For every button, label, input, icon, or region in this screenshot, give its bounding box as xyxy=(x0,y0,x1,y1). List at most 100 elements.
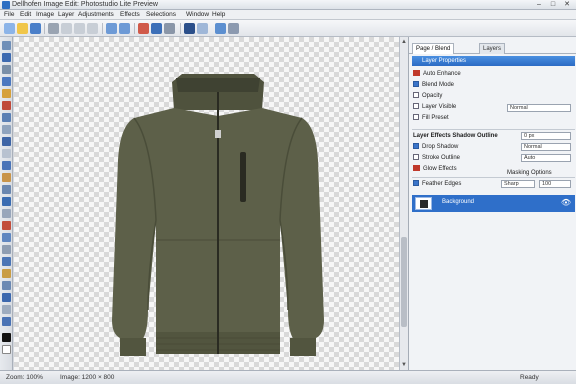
menu-file[interactable]: File xyxy=(4,11,14,18)
shadow-size-field[interactable]: 0 px xyxy=(521,132,571,140)
smudge-tool-icon[interactable] xyxy=(2,281,11,290)
tab-page-blend[interactable]: Page / Blend xyxy=(412,43,455,54)
menu-effects[interactable]: Effects xyxy=(120,11,140,18)
feather-mode-field[interactable]: Sharp xyxy=(501,180,535,188)
blur-tool-icon[interactable] xyxy=(2,233,11,242)
status-bar: Zoom: 100% Image: 1200 × 800 Ready xyxy=(0,370,576,384)
cut-icon[interactable] xyxy=(61,23,72,34)
fill-preset-checkbox[interactable] xyxy=(413,114,419,120)
settings-icon[interactable] xyxy=(228,23,239,34)
slice-tool-icon[interactable] xyxy=(2,317,11,326)
new-icon[interactable] xyxy=(4,23,15,34)
gradient-tool-icon[interactable] xyxy=(2,125,11,134)
menu-window[interactable]: Window xyxy=(186,11,209,18)
zoom-tool-icon[interactable] xyxy=(2,209,11,218)
blend-mode-row[interactable]: Blend Mode xyxy=(413,81,454,90)
menu-help[interactable]: Help xyxy=(212,11,225,18)
scroll-thumb[interactable] xyxy=(401,237,407,327)
minimize-button[interactable]: – xyxy=(532,0,546,9)
rotate-icon[interactable] xyxy=(164,23,175,34)
open-icon[interactable] xyxy=(17,23,28,34)
menu-adjustments[interactable]: Adjustments xyxy=(78,11,114,18)
menu-bar: File Edit Image Layer Adjustments Effect… xyxy=(0,10,576,20)
scroll-up-icon[interactable]: ▲ xyxy=(401,39,407,45)
copy-icon[interactable] xyxy=(74,23,85,34)
maximize-button[interactable]: □ xyxy=(546,0,560,9)
opacity-row[interactable]: Opacity xyxy=(413,92,442,101)
menu-image[interactable]: Image xyxy=(36,11,54,18)
layer-item[interactable]: Background 👁 xyxy=(412,195,575,212)
sponge-tool-icon[interactable] xyxy=(2,293,11,302)
paint-bucket-icon[interactable] xyxy=(2,137,11,146)
grid-icon[interactable] xyxy=(215,23,226,34)
blend-mode-checkbox[interactable] xyxy=(413,81,419,87)
menu-edit[interactable]: Edit xyxy=(20,11,31,18)
stroke-mode-field[interactable]: Normal xyxy=(521,143,571,151)
stroke-outline-checkbox[interactable] xyxy=(413,154,419,160)
canvas-scrollbar[interactable]: ▲ ▼ xyxy=(399,37,408,370)
blend-dropdown[interactable]: Normal xyxy=(507,104,571,112)
redo-icon[interactable] xyxy=(119,23,130,34)
panel-header: Layer Properties xyxy=(412,56,575,66)
drop-shadow-row[interactable]: Drop Shadow xyxy=(413,143,458,152)
ready-status: Ready xyxy=(520,374,539,381)
stroke-outline-row[interactable]: Stroke Outline xyxy=(413,154,460,163)
toolbar xyxy=(0,20,576,37)
select-tool-icon[interactable] xyxy=(2,41,11,50)
opacity-checkbox[interactable] xyxy=(413,92,419,98)
panel-tabs: Page / Blend Layers xyxy=(409,43,576,54)
foreground-color-icon[interactable] xyxy=(2,333,11,342)
title-bar: Dellhofen Image Edit: Photostudio Lite P… xyxy=(0,0,576,10)
move-tool-icon[interactable] xyxy=(2,53,11,62)
red-eye-icon[interactable] xyxy=(2,221,11,230)
feather-value-field[interactable]: 100 xyxy=(539,180,571,188)
menu-layer[interactable]: Layer xyxy=(58,11,74,18)
drop-shadow-checkbox[interactable] xyxy=(413,143,419,149)
pen-tool-icon[interactable] xyxy=(2,173,11,182)
sharpen-tool-icon[interactable] xyxy=(2,245,11,254)
fill-preset-row[interactable]: Fill Preset xyxy=(413,114,449,123)
tool-palette xyxy=(0,37,13,370)
brush-tool-icon[interactable] xyxy=(2,89,11,98)
feather-edges-row[interactable]: Feather Edges xyxy=(413,180,461,189)
app-icon xyxy=(2,1,10,9)
crop-tool-icon[interactable] xyxy=(2,305,11,314)
resize-icon[interactable] xyxy=(151,23,162,34)
eyedropper-icon[interactable] xyxy=(2,185,11,194)
masking-options-label: Masking Options xyxy=(507,170,552,176)
auto-enhance-row[interactable]: Auto Enhance xyxy=(413,70,461,79)
hand-tool-icon[interactable] xyxy=(2,197,11,206)
burn-tool-icon[interactable] xyxy=(2,269,11,278)
save-icon[interactable] xyxy=(30,23,41,34)
layer-thumbnail xyxy=(415,197,432,210)
lasso-tool-icon[interactable] xyxy=(2,65,11,74)
magic-wand-icon[interactable] xyxy=(2,77,11,86)
eye-icon[interactable]: 👁 xyxy=(561,198,571,207)
close-button[interactable]: ✕ xyxy=(560,0,574,9)
text-tool-icon[interactable] xyxy=(2,149,11,158)
crop-icon[interactable] xyxy=(138,23,149,34)
window-title: Dellhofen Image Edit: Photostudio Lite P… xyxy=(12,1,158,8)
dodge-tool-icon[interactable] xyxy=(2,257,11,266)
paste-icon[interactable] xyxy=(87,23,98,34)
image-canvas[interactable] xyxy=(14,37,399,370)
clone-tool-icon[interactable] xyxy=(2,113,11,122)
zoom-icon[interactable] xyxy=(197,23,208,34)
glow-mode-field[interactable]: Auto xyxy=(521,154,571,162)
print-icon[interactable] xyxy=(48,23,59,34)
menu-selections[interactable]: Selections xyxy=(146,11,176,18)
undo-icon[interactable] xyxy=(106,23,117,34)
shape-tool-icon[interactable] xyxy=(2,161,11,170)
feather-checkbox[interactable] xyxy=(413,180,419,186)
eraser-tool-icon[interactable] xyxy=(2,101,11,110)
background-color-icon[interactable] xyxy=(2,345,11,354)
layer-visible-checkbox[interactable] xyxy=(413,103,419,109)
tab-layers[interactable]: Layers xyxy=(479,43,506,54)
layer-visible-row[interactable]: Layer Visible xyxy=(413,103,456,112)
jacket-image xyxy=(112,74,324,356)
layers-icon[interactable] xyxy=(184,23,195,34)
glow-color-icon xyxy=(413,165,420,171)
glow-effects-row[interactable]: Glow Effects xyxy=(413,165,457,174)
layer-name: Background xyxy=(442,199,475,205)
scroll-down-icon[interactable]: ▼ xyxy=(401,362,407,368)
